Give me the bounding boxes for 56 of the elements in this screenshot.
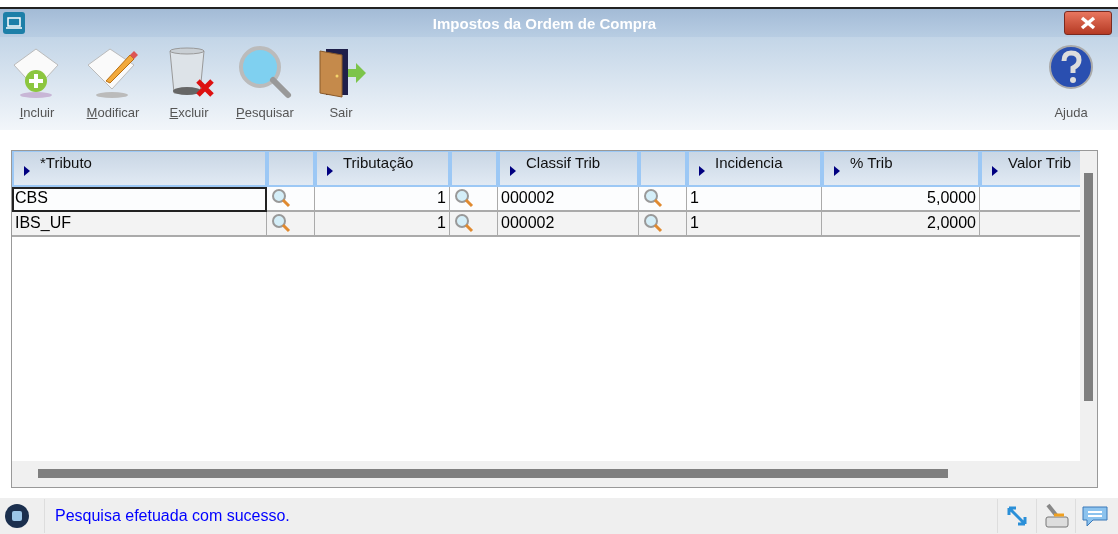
column-header[interactable]: Classif Trib (498, 150, 639, 187)
column-header[interactable]: *Tributo (12, 150, 267, 187)
triangle-icon (24, 165, 30, 176)
table-cell: 5,0000 (822, 186, 980, 212)
magnifier-icon[interactable] (270, 187, 292, 210)
toolbar-button[interactable]: Pesquisar (232, 43, 298, 121)
table-cell: 1 (315, 186, 450, 212)
speech-bubble-icon[interactable] (1081, 503, 1109, 528)
magnifier-icon[interactable] (453, 187, 475, 210)
magnifier-icon[interactable] (453, 212, 475, 235)
vertical-scrollbar[interactable] (1080, 150, 1097, 461)
column-header[interactable]: Incidencia (687, 150, 822, 187)
resize-arrow-icon[interactable] (1006, 504, 1028, 527)
lookup-cell[interactable] (639, 186, 687, 212)
table-cell: 2,0000 (822, 211, 980, 237)
table-cell: 000002 (498, 186, 639, 212)
column-header[interactable]: % Trib (822, 150, 980, 187)
toolbar-button[interactable]: Modificar (80, 43, 146, 121)
lookup-cell[interactable] (450, 186, 498, 212)
triangle-icon (992, 165, 998, 176)
table-cell: CBS (12, 186, 267, 212)
table-cell: 1 (687, 211, 822, 237)
status-message: Pesquisa efetuada com sucesso. (44, 498, 997, 533)
close-icon (1078, 16, 1098, 31)
magnifier-icon[interactable] (642, 212, 664, 235)
column-header[interactable] (450, 150, 498, 187)
triangle-icon (699, 165, 705, 176)
close-button[interactable] (1064, 11, 1112, 36)
table-cell: 1 (315, 211, 450, 237)
column-header[interactable]: Tributação (315, 150, 450, 187)
lookup-cell[interactable] (450, 211, 498, 237)
wrench-keyboard-icon[interactable] (1042, 502, 1070, 529)
lookup-cell[interactable] (267, 186, 315, 212)
help-button[interactable]: Ajuda (1042, 43, 1100, 121)
column-header[interactable] (267, 150, 315, 187)
toolbar-button[interactable]: Incluir (4, 43, 70, 121)
lookup-cell[interactable] (267, 211, 315, 237)
triangle-icon (834, 165, 840, 176)
magnifier-icon[interactable] (270, 212, 292, 235)
table-cell: IBS_UF (12, 211, 267, 237)
table-cell: 000002 (498, 211, 639, 237)
column-header[interactable]: Valor Trib (980, 150, 1080, 187)
laptop-icon (3, 12, 25, 35)
lookup-cell[interactable] (639, 211, 687, 237)
column-header[interactable] (639, 150, 687, 187)
magnifier-icon[interactable] (642, 187, 664, 210)
table-cell: 1 (687, 186, 822, 212)
globe-icon (4, 502, 30, 529)
triangle-icon (510, 165, 516, 176)
toolbar-button[interactable]: Sair (308, 43, 374, 121)
triangle-icon (327, 165, 333, 176)
toolbar-button[interactable]: Excluir (156, 43, 222, 121)
window-title: Impostos da Ordem de Compra (432, 14, 657, 32)
table-row[interactable]: CBS 1 000002 1 5,0000 (12, 186, 1080, 212)
table-row[interactable]: IBS_UF 1 000002 1 2,0000 (12, 211, 1080, 237)
horizontal-scrollbar[interactable] (12, 460, 1097, 487)
